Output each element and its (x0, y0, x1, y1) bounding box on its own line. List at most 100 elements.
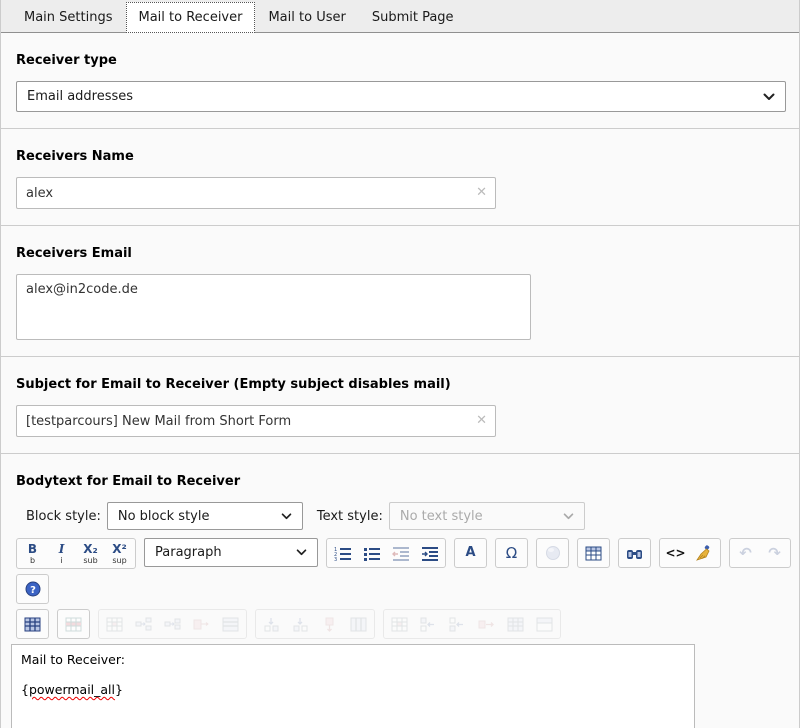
insert-column-after-icon (449, 617, 466, 632)
bold-button[interactable]: B b (18, 540, 47, 567)
row-ops-group (255, 609, 375, 639)
brace-open: { (21, 682, 29, 697)
table-columns-icon (350, 617, 367, 632)
rte-toolbar-row-3 (16, 609, 799, 639)
delete-column-button (472, 611, 501, 637)
clear-field-icon[interactable]: ✕ (476, 413, 487, 429)
merge-cells-icon (193, 617, 210, 632)
redo-icon: ↷ (768, 545, 781, 561)
superscript-icon: X² (112, 543, 127, 555)
rte-editing-area[interactable]: Mail to Receiver: {powermail_all} (11, 644, 695, 728)
receiver-type-select[interactable]: Email addresses (16, 81, 786, 112)
find-replace-button[interactable] (620, 540, 649, 566)
section-receivers-email: Receivers Email alex@in2code.de (1, 226, 799, 357)
tab-mail-to-user[interactable]: Mail to User (255, 2, 358, 32)
undo-redo-group: ↶ ↷ (729, 538, 791, 568)
receivers-name-input[interactable] (16, 177, 496, 209)
italic-button[interactable]: I i (47, 540, 76, 567)
paragraph-format-select[interactable]: Paragraph (144, 538, 318, 567)
special-char-group: Ω (495, 538, 528, 568)
help-icon: ? (25, 581, 41, 597)
insert-row-before-button (257, 611, 286, 637)
text-style-select: No text style (389, 502, 585, 530)
remove-format-button[interactable] (690, 540, 719, 566)
column-ops-group (383, 609, 561, 639)
italic-icon: I (59, 543, 65, 555)
brace-close: } (115, 682, 123, 697)
textcolor-group: A (454, 538, 487, 568)
insert-column-after-button (443, 611, 472, 637)
tab-main-settings[interactable]: Main Settings (11, 2, 126, 32)
cell-split-properties-button (216, 611, 245, 637)
split-cell-vertical-icon (164, 617, 181, 632)
subject-field-wrap: ✕ (16, 405, 496, 437)
tab-mail-to-receiver[interactable]: Mail to Receiver (126, 2, 256, 33)
receivers-email-textarea[interactable]: alex@in2code.de (16, 274, 531, 340)
binoculars-icon (626, 546, 643, 561)
chevron-down-icon (281, 513, 292, 520)
bold-icon: B (28, 543, 37, 555)
table-properties-button[interactable] (18, 611, 47, 637)
undo-icon: ↶ (739, 545, 752, 561)
bodytext-heading: Bodytext for Email to Receiver (16, 474, 784, 489)
ordered-list-button[interactable]: 123 (328, 540, 357, 566)
receiver-type-heading: Receiver type (16, 53, 784, 68)
subscript-icon: X₂ (83, 543, 98, 555)
row-split-button (344, 611, 373, 637)
delete-row-button (315, 611, 344, 637)
table-group (577, 538, 610, 568)
view-source-button[interactable]: <> (661, 540, 690, 566)
insert-table-button[interactable] (579, 540, 608, 566)
form-page: Main Settings Mail to Receiver Mail to U… (0, 0, 800, 728)
chevron-down-icon (563, 513, 574, 520)
subscript-button[interactable]: X₂ sub (76, 540, 105, 567)
powermail-marker: powermail_all (29, 682, 115, 697)
subject-input[interactable] (16, 405, 496, 437)
receivers-name-field-wrap: ✕ (16, 177, 496, 209)
table-properties-group (16, 609, 49, 639)
unordered-list-icon (363, 546, 380, 561)
redo-button: ↷ (760, 540, 789, 566)
table-header-icon (536, 617, 553, 632)
section-receiver-type: Receiver type Email addresses (1, 33, 799, 129)
row-properties-group (57, 609, 90, 639)
superscript-sublabel: sup (112, 556, 126, 565)
clear-field-icon[interactable]: ✕ (476, 185, 487, 201)
table-grid-button (501, 611, 530, 637)
receivers-name-heading: Receivers Name (16, 149, 784, 164)
undo-button: ↶ (731, 540, 760, 566)
broom-icon (696, 545, 713, 561)
tab-submit-page[interactable]: Submit Page (359, 2, 467, 32)
split-cell-horizontal-icon (135, 617, 152, 632)
insert-column-before-icon (420, 617, 437, 632)
insert-special-character-button[interactable]: Ω (497, 540, 526, 566)
split-cell-vertical-button (158, 611, 187, 637)
indent-button[interactable] (415, 540, 444, 566)
superscript-button[interactable]: X² sup (105, 540, 134, 567)
section-subject: Subject for Email to Receiver (Empty sub… (1, 357, 799, 454)
block-style-select[interactable]: No block style (107, 502, 303, 530)
row-properties-icon (65, 617, 82, 632)
table-icon (585, 546, 602, 561)
italic-sublabel: i (60, 556, 62, 565)
tab-bar: Main Settings Mail to Receiver Mail to U… (1, 0, 799, 33)
find-group (618, 538, 651, 568)
insert-row-after-button (286, 611, 315, 637)
split-cell-horizontal-button (129, 611, 158, 637)
cell-properties-button (100, 611, 129, 637)
source-code-icon: <> (665, 547, 685, 559)
text-color-button[interactable]: A (456, 540, 485, 566)
text-color-icon: A (465, 547, 475, 559)
table-properties-icon (24, 617, 41, 632)
source-clean-group: <> (659, 538, 721, 568)
block-style-value: No block style (118, 509, 281, 524)
block-style-label: Block style: (26, 509, 101, 524)
insert-row-before-icon (263, 617, 280, 632)
list-buttons-group: 123 (326, 538, 446, 568)
chevron-down-icon (296, 549, 307, 556)
chevron-down-icon (763, 93, 775, 101)
about-help-button[interactable]: ? (18, 576, 47, 602)
unordered-list-button[interactable] (357, 540, 386, 566)
insert-image-button (538, 540, 567, 566)
rte-toolbar-row-2: ? (16, 574, 799, 604)
